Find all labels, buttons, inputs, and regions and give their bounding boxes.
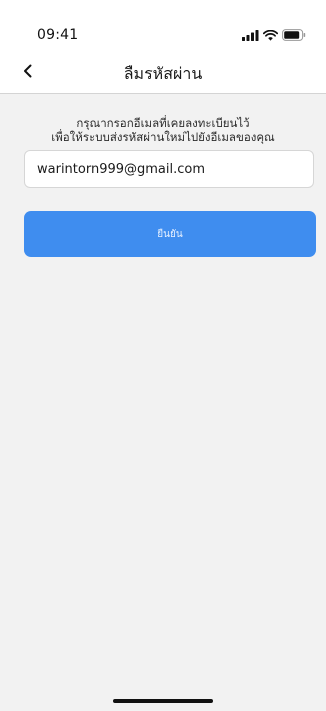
page-title: ลืมรหัสผ่าน	[123, 64, 203, 83]
instruction-line-1: กรุณากรอกอีเมลที่เคยลงทะเบียนไว้	[76, 116, 250, 130]
status-icons	[242, 26, 306, 45]
status-time: 09:41	[37, 27, 79, 43]
main-content: กรุณากรอกอีเมลที่เคยลงทะเบียนไว้ เพื่อให…	[0, 94, 326, 711]
wifi-icon	[262, 26, 279, 45]
status-bar: 09:41	[0, 0, 326, 50]
phone-screen: 09:41 ลืมรหัสผ่าน กรุณากรอกอีเมลที่เคยลง…	[0, 0, 326, 711]
instruction-text: กรุณากรอกอีเมลที่เคยลงทะเบียนไว้ เพื่อให…	[24, 116, 302, 144]
instruction-line-2: เพื่อให้ระบบส่งรหัสผ่านใหม่ไปยังอีเมลของ…	[51, 130, 275, 144]
signal-icon	[242, 26, 259, 45]
email-field[interactable]	[24, 150, 314, 188]
confirm-button[interactable]: ยืนยัน	[24, 211, 316, 257]
navigation-bar: ลืมรหัสผ่าน	[0, 50, 326, 94]
battery-icon	[282, 26, 306, 45]
home-indicator	[113, 699, 213, 703]
